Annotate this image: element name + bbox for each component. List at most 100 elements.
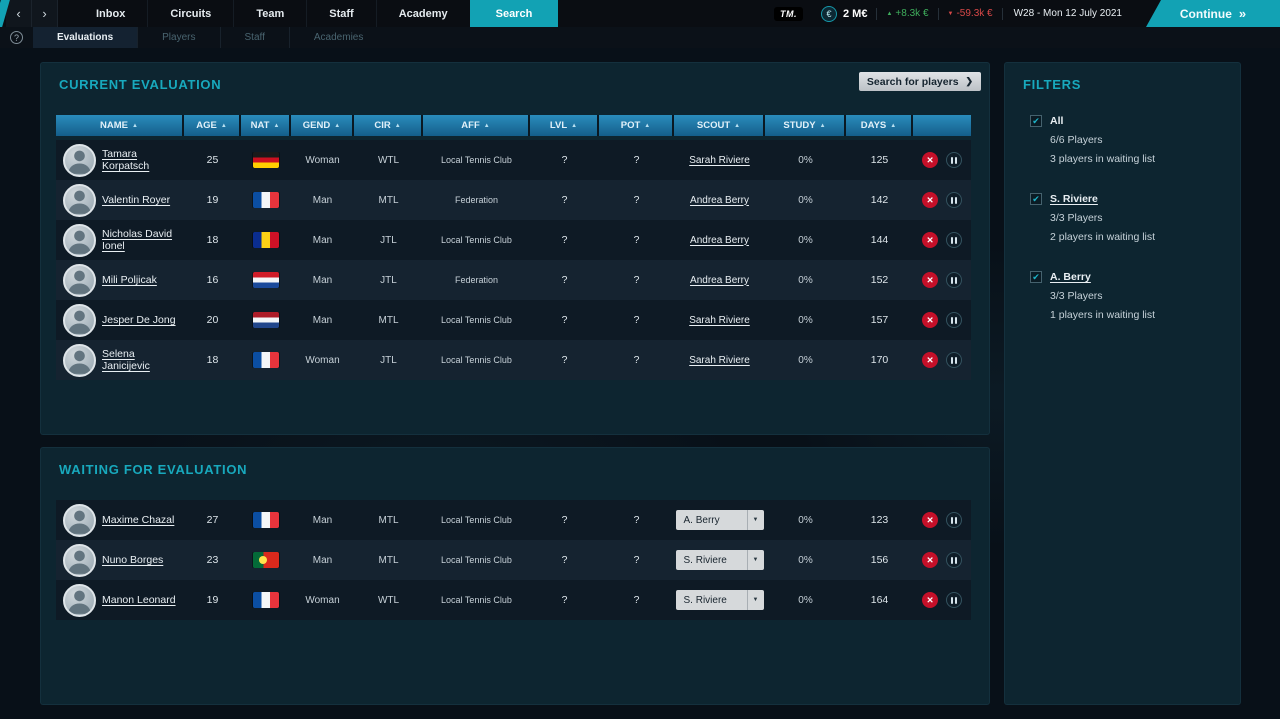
- nav-item-academy[interactable]: Academy: [376, 0, 470, 27]
- column-header-age[interactable]: AGE▲: [184, 115, 241, 136]
- pause-evaluation-button[interactable]: [946, 592, 962, 608]
- filter-a-berry[interactable]: ✔ A. Berry: [1030, 271, 1230, 283]
- table-row[interactable]: Tamara Korpatsch25WomanWTLLocal Tennis C…: [56, 140, 971, 180]
- tab-academies[interactable]: Academies: [289, 27, 387, 48]
- checkbox-checked-icon[interactable]: ✔: [1030, 115, 1042, 127]
- current-evaluation-rows: Tamara Korpatsch25WomanWTLLocal Tennis C…: [56, 140, 971, 380]
- pause-evaluation-button[interactable]: [946, 512, 962, 528]
- avatar-cell: [56, 224, 102, 257]
- study-cell: 0%: [765, 195, 846, 206]
- column-header-scout[interactable]: SCOUT▲: [674, 115, 765, 136]
- top-status-area: TM. € 2 M€ ▲+8.3k € ▼-59.3k € W28 - Mon …: [774, 0, 1122, 27]
- cancel-evaluation-button[interactable]: ✕: [922, 552, 938, 568]
- column-header-name[interactable]: NAME▲: [56, 115, 184, 136]
- pause-evaluation-button[interactable]: [946, 192, 962, 208]
- age-cell: 18: [184, 234, 241, 246]
- pause-evaluation-button[interactable]: [946, 152, 962, 168]
- scout-select[interactable]: A. Berry▼: [676, 510, 764, 530]
- pause-icon: [955, 157, 957, 164]
- help-icon[interactable]: ?: [10, 31, 23, 44]
- study-cell: 0%: [765, 315, 846, 326]
- table-row[interactable]: Maxime Chazal27ManMTLLocal Tennis Club??…: [56, 500, 971, 540]
- gender-cell: Woman: [291, 355, 354, 366]
- nav-item-staff[interactable]: Staff: [306, 0, 375, 27]
- checkbox-checked-icon[interactable]: ✔: [1030, 193, 1042, 205]
- scout-link[interactable]: Andrea Berry: [690, 275, 749, 286]
- cancel-evaluation-button[interactable]: ✕: [922, 232, 938, 248]
- cancel-evaluation-button[interactable]: ✕: [922, 592, 938, 608]
- scout-select[interactable]: S. Riviere▼: [676, 550, 764, 570]
- player-name-link[interactable]: Tamara Korpatsch: [102, 148, 184, 172]
- pause-evaluation-button[interactable]: [946, 232, 962, 248]
- sub-nav-bar: ? Evaluations Players Staff Academies: [0, 27, 1280, 48]
- filter-all[interactable]: ✔ All: [1030, 115, 1230, 127]
- cancel-evaluation-button[interactable]: ✕: [922, 512, 938, 528]
- cancel-evaluation-button[interactable]: ✕: [922, 272, 938, 288]
- scout-cell: S. Riviere▼: [674, 590, 765, 610]
- column-header-cir[interactable]: CIR▲: [354, 115, 423, 136]
- pause-evaluation-button[interactable]: [946, 312, 962, 328]
- tab-staff[interactable]: Staff: [220, 27, 289, 48]
- tab-players[interactable]: Players: [137, 27, 219, 48]
- column-header-study[interactable]: STUDY▲: [765, 115, 846, 136]
- table-row[interactable]: Jesper De Jong20ManMTLLocal Tennis Club?…: [56, 300, 971, 340]
- pause-evaluation-button[interactable]: [946, 272, 962, 288]
- scout-link[interactable]: Andrea Berry: [690, 235, 749, 246]
- days-cell: 142: [846, 194, 913, 206]
- cancel-evaluation-button[interactable]: ✕: [922, 312, 938, 328]
- player-name-link[interactable]: Nuno Borges: [102, 554, 163, 566]
- column-header-days[interactable]: DAYS▲: [846, 115, 913, 136]
- pause-evaluation-button[interactable]: [946, 352, 962, 368]
- column-header-lvl[interactable]: LVL▲: [530, 115, 599, 136]
- back-button[interactable]: ‹: [6, 0, 32, 27]
- table-row[interactable]: Selena Janicijevic18WomanJTLLocal Tennis…: [56, 340, 971, 380]
- scout-link[interactable]: Andrea Berry: [690, 195, 749, 206]
- nav-item-team[interactable]: Team: [233, 0, 306, 27]
- finances-icon[interactable]: €: [821, 6, 837, 22]
- checkbox-checked-icon[interactable]: ✔: [1030, 271, 1042, 283]
- player-name-link[interactable]: Maxime Chazal: [102, 514, 174, 526]
- pause-evaluation-button[interactable]: [946, 552, 962, 568]
- column-header-gend[interactable]: GEND▲: [291, 115, 354, 136]
- cancel-evaluation-button[interactable]: ✕: [922, 152, 938, 168]
- filter-label-s-riviere[interactable]: S. Riviere: [1050, 193, 1098, 205]
- nav-item-search[interactable]: Search: [470, 0, 559, 27]
- table-row[interactable]: Nicholas David Ionel18ManJTLLocal Tennis…: [56, 220, 971, 260]
- column-header-pot[interactable]: POT▲: [599, 115, 674, 136]
- column-header-aff[interactable]: AFF▲: [423, 115, 530, 136]
- player-name-link[interactable]: Manon Leonard: [102, 594, 176, 606]
- tab-evaluations[interactable]: Evaluations: [33, 27, 137, 48]
- nationality-cell: [241, 152, 291, 168]
- filter-label-a-berry[interactable]: A. Berry: [1050, 271, 1091, 283]
- forward-button[interactable]: ›: [32, 0, 58, 27]
- player-name-link[interactable]: Valentin Royer: [102, 194, 170, 206]
- scout-link[interactable]: Sarah Riviere: [689, 355, 750, 366]
- continue-button[interactable]: Continue »: [1146, 0, 1280, 27]
- scout-link[interactable]: Sarah Riviere: [689, 155, 750, 166]
- cancel-evaluation-button[interactable]: ✕: [922, 352, 938, 368]
- waiting-evaluation-panel: WAITING FOR EVALUATION Maxime Chazal27Ma…: [40, 447, 990, 705]
- scout-select[interactable]: S. Riviere▼: [676, 590, 764, 610]
- name-cell: Tamara Korpatsch: [102, 148, 184, 172]
- gender-cell: Woman: [291, 595, 354, 606]
- pause-icon: [951, 557, 953, 564]
- search-for-players-button[interactable]: Search for players ❯: [859, 72, 981, 91]
- table-row[interactable]: Manon Leonard19WomanWTLLocal Tennis Club…: [56, 580, 971, 620]
- cancel-evaluation-button[interactable]: ✕: [922, 192, 938, 208]
- days-cell: 144: [846, 234, 913, 246]
- player-avatar: [63, 224, 96, 257]
- player-name-link[interactable]: Mili Poljicak: [102, 274, 157, 286]
- filter-s-riviere[interactable]: ✔ S. Riviere: [1030, 193, 1230, 205]
- study-cell: 0%: [765, 515, 846, 526]
- player-name-link[interactable]: Selena Janicijevic: [102, 348, 184, 372]
- player-name-link[interactable]: Nicholas David Ionel: [102, 228, 184, 252]
- player-name-link[interactable]: Jesper De Jong: [102, 314, 176, 326]
- name-cell: Mili Poljicak: [102, 274, 184, 286]
- column-header-nat[interactable]: NAT▲: [241, 115, 291, 136]
- scout-link[interactable]: Sarah Riviere: [689, 315, 750, 326]
- table-row[interactable]: Valentin Royer19ManMTLFederation??Andrea…: [56, 180, 971, 220]
- nav-item-inbox[interactable]: Inbox: [74, 0, 147, 27]
- table-row[interactable]: Mili Poljicak16ManJTLFederation??Andrea …: [56, 260, 971, 300]
- nav-item-circuits[interactable]: Circuits: [147, 0, 233, 27]
- table-row[interactable]: Nuno Borges23ManMTLLocal Tennis Club??S.…: [56, 540, 971, 580]
